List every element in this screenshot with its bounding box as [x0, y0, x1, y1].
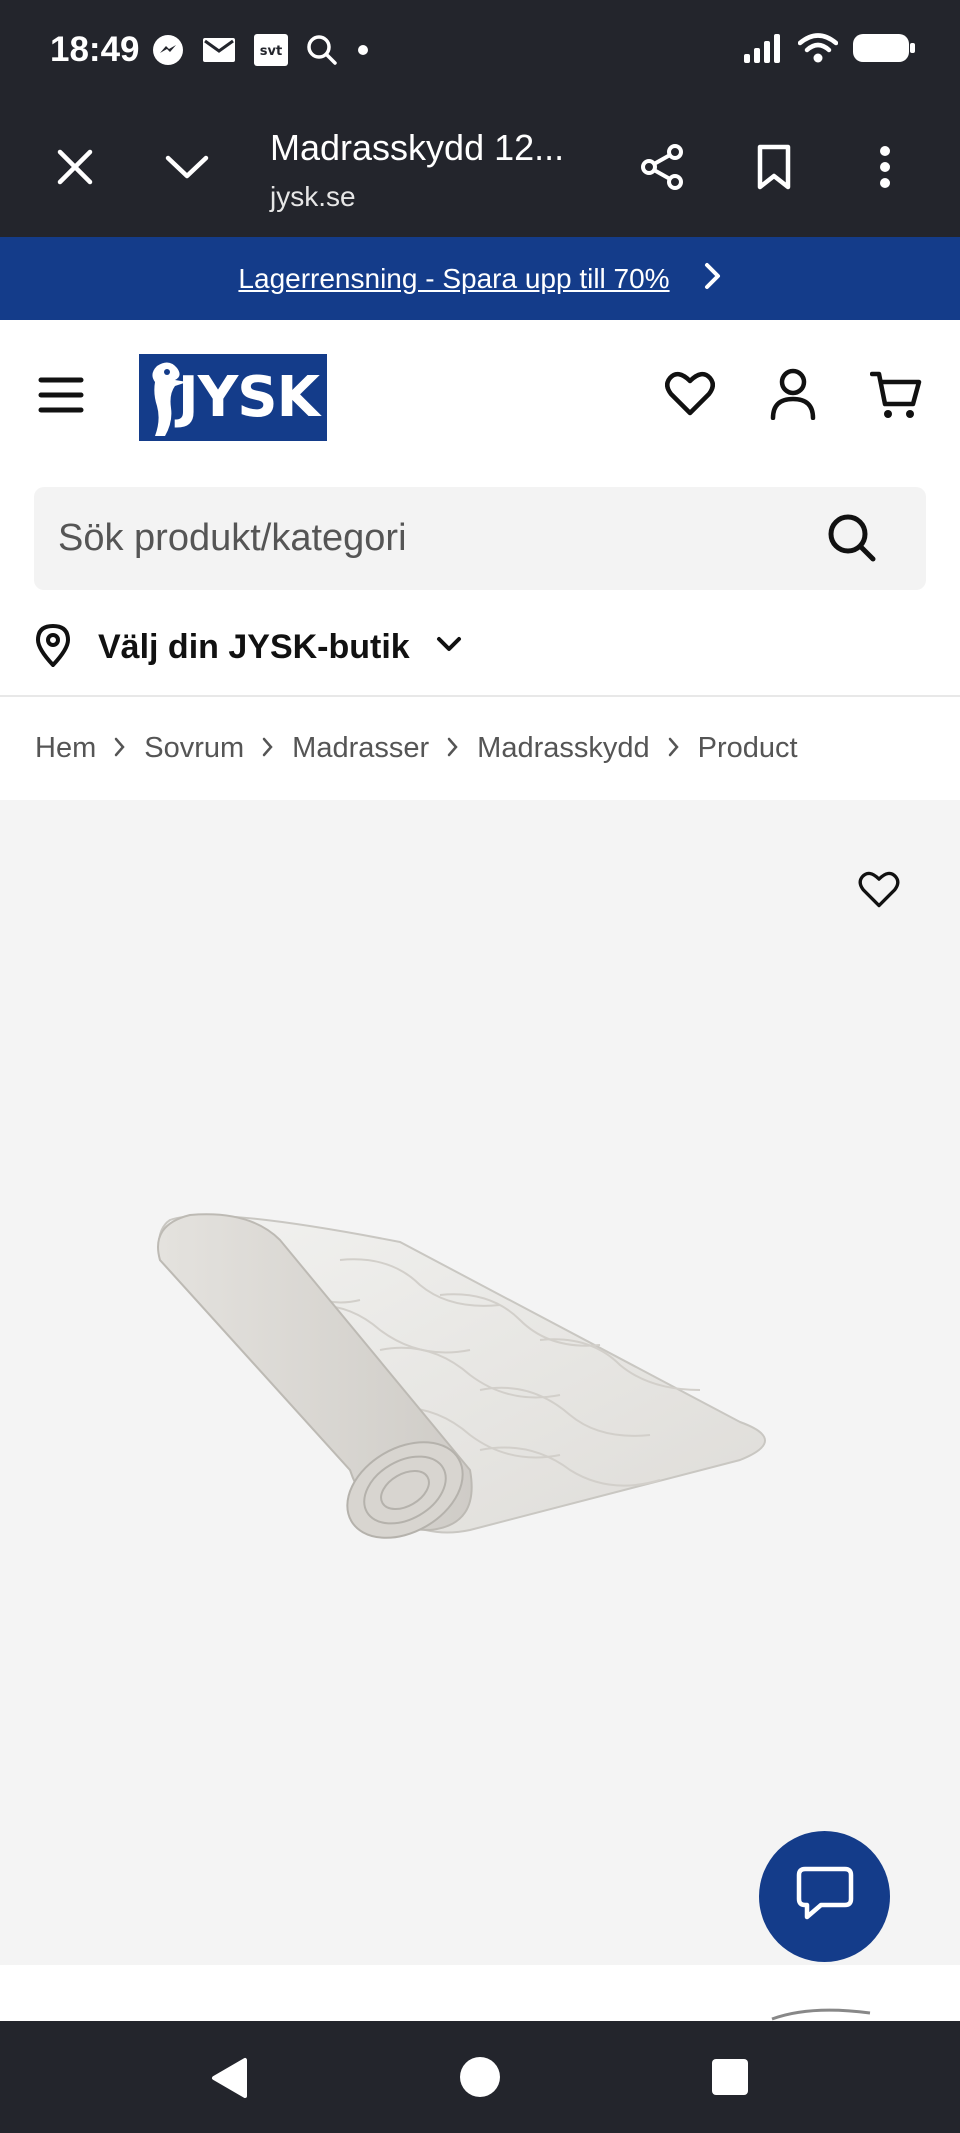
minimize-button[interactable]	[151, 133, 223, 205]
recents-button[interactable]	[711, 2058, 749, 2101]
chat-button[interactable]	[759, 1831, 890, 1962]
search-bar	[34, 487, 926, 590]
status-system-icons	[742, 32, 916, 69]
battery-icon	[852, 32, 916, 69]
close-icon	[57, 149, 93, 190]
search-button[interactable]	[827, 513, 877, 568]
more-options-button[interactable]	[849, 133, 921, 205]
page-url: jysk.se	[270, 181, 356, 212]
chevron-down-icon	[165, 153, 209, 186]
promo-banner[interactable]: Lagerrensning - Spara upp till 70%	[0, 237, 960, 320]
search-icon	[306, 34, 338, 71]
home-button[interactable]	[459, 2056, 501, 2103]
bookmark-button[interactable]	[738, 133, 810, 205]
header-divider	[0, 695, 960, 697]
promo-link[interactable]: Lagerrensning - Spara upp till 70%	[238, 263, 669, 295]
home-icon	[459, 2057, 501, 2102]
search-icon	[827, 514, 877, 567]
chevron-right-icon	[262, 732, 274, 764]
cart-icon	[869, 371, 922, 424]
site-header: JYSK	[0, 320, 960, 475]
gmail-icon	[202, 37, 236, 68]
breadcrumb-item[interactable]: Hem	[35, 732, 96, 765]
recents-icon	[711, 2059, 749, 2100]
account-button[interactable]	[770, 368, 816, 425]
wishlist-button[interactable]	[665, 370, 715, 421]
system-nav-bar	[0, 2021, 960, 2133]
breadcrumb-item[interactable]: Madrasskydd	[477, 732, 649, 765]
store-selector-label: Välj din JYSK-butik	[98, 627, 410, 666]
share-icon	[639, 143, 687, 196]
chevron-right-icon	[447, 732, 459, 764]
chevron-right-icon	[668, 732, 680, 764]
store-selector[interactable]: Välj din JYSK-butik	[34, 612, 462, 682]
logo-text: JYSK	[177, 365, 320, 430]
status-notification-icons: svt	[152, 34, 370, 71]
status-bar: 18:49 svt	[0, 0, 960, 105]
goose-logo-icon	[152, 362, 187, 436]
dot-icon	[356, 43, 370, 62]
cart-button[interactable]	[869, 370, 922, 425]
browser-toolbar: Madrasskydd 12... jysk.se	[0, 105, 960, 237]
chevron-right-icon	[704, 262, 722, 295]
product-image	[157, 1213, 766, 1539]
back-button[interactable]	[209, 2056, 249, 2105]
chevron-down-icon	[436, 636, 462, 659]
messenger-icon	[152, 34, 184, 71]
jysk-logo[interactable]: JYSK	[139, 354, 327, 441]
location-pin-icon	[34, 623, 72, 672]
menu-icon	[38, 377, 84, 419]
add-to-wishlist-button[interactable]	[850, 862, 908, 920]
chat-bubble-icon	[795, 1865, 855, 1928]
menu-button[interactable]	[38, 375, 84, 420]
heart-icon	[858, 870, 900, 913]
status-time: 18:49	[50, 30, 140, 69]
heart-icon	[665, 371, 715, 420]
page-title: Madrasskydd 12...	[270, 127, 565, 168]
search-input[interactable]	[58, 487, 818, 590]
more-vert-icon	[878, 145, 892, 194]
partial-content-graphic	[771, 2008, 871, 2021]
bookmark-icon	[756, 144, 792, 195]
user-icon	[770, 368, 816, 424]
breadcrumb-item[interactable]: Sovrum	[144, 732, 244, 765]
share-button[interactable]	[627, 133, 699, 205]
svg-text:svt: svt	[260, 44, 282, 59]
breadcrumb: Hem Sovrum Madrasser Madrasskydd Product	[35, 726, 798, 770]
back-icon	[209, 2058, 249, 2104]
close-tab-button[interactable]	[39, 133, 111, 205]
breadcrumb-item[interactable]: Madrasser	[292, 732, 429, 765]
wifi-icon	[797, 32, 839, 69]
signal-icon	[742, 32, 784, 69]
breadcrumb-current: Product	[697, 731, 798, 764]
svt-icon: svt	[254, 34, 288, 71]
chevron-right-icon	[114, 732, 126, 764]
